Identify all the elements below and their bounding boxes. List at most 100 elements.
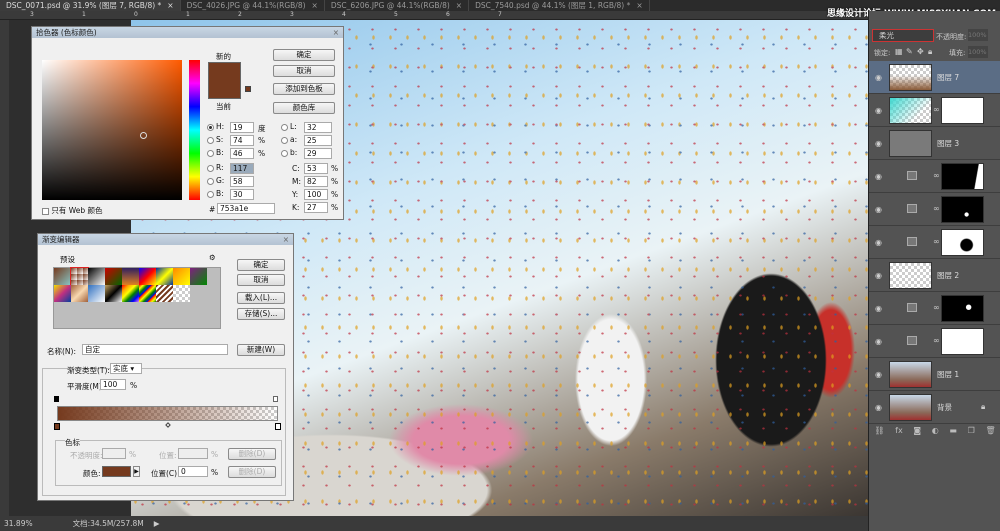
radio-r[interactable] — [207, 164, 214, 172]
lock-transparency-icon[interactable]: ▦ — [895, 47, 903, 56]
bv-row[interactable]: B: — [207, 148, 224, 157]
chain-link-icon[interactable]: ∞ — [933, 336, 940, 345]
color-field[interactable] — [42, 60, 182, 200]
layer-row[interactable]: ◉ ∞ — [869, 94, 1000, 127]
lock-all-icon[interactable]: 🔒︎ — [928, 47, 932, 57]
save-button[interactable]: 存储(S)... — [237, 308, 285, 320]
layer-row[interactable]: ◉ 图层 3 — [869, 127, 1000, 160]
preset-swatch[interactable] — [139, 285, 156, 302]
chain-link-icon[interactable]: ∞ — [933, 105, 940, 114]
name-field[interactable]: 自定 — [82, 344, 228, 355]
visibility-eye-icon[interactable]: ◉ — [875, 73, 882, 82]
tab-dsc-0071[interactable]: DSC_0071.psd @ 31.9% (图层 7, RGB/8) * × — [0, 0, 181, 11]
preset-swatch[interactable] — [88, 268, 105, 285]
color-cursor[interactable] — [140, 132, 147, 139]
l-row[interactable]: L: — [281, 122, 297, 131]
radio-blue[interactable] — [207, 190, 214, 198]
close-icon[interactable]: × — [333, 27, 339, 38]
fill-field[interactable]: 100% — [968, 46, 988, 58]
add-to-swatches-button[interactable]: 添加到色板 — [273, 83, 335, 95]
mask-icon[interactable]: ◙ — [913, 426, 921, 440]
radio-s[interactable] — [207, 136, 214, 144]
preset-swatch[interactable] — [54, 285, 71, 302]
chain-link-icon[interactable]: ∞ — [933, 303, 940, 312]
layer-mask-thumbnail[interactable] — [941, 328, 984, 355]
close-icon[interactable]: × — [456, 1, 462, 10]
layer-row[interactable]: ◉ 图层 7 — [869, 61, 1000, 94]
folder-icon[interactable]: ▬ — [949, 426, 957, 440]
visibility-eye-icon[interactable]: ◉ — [875, 337, 882, 346]
fx-icon[interactable]: fx — [895, 426, 903, 440]
preset-swatch[interactable] — [54, 268, 71, 285]
layer-row[interactable]: ◉ 图层 1 — [869, 358, 1000, 391]
s-row[interactable]: S: — [207, 135, 223, 144]
preset-swatch[interactable] — [139, 268, 156, 285]
opacity-stop-left[interactable] — [54, 396, 59, 402]
preset-swatch[interactable] — [156, 285, 173, 302]
cancel-button[interactable]: 取消 — [273, 65, 335, 77]
radio-g[interactable] — [207, 177, 214, 185]
zoom-level[interactable]: 31.89% — [4, 516, 33, 531]
preset-swatch[interactable] — [105, 285, 122, 302]
delete-color-stop-button[interactable]: 删除(D) — [228, 466, 276, 478]
hue-slider[interactable] — [189, 60, 200, 200]
preset-swatch[interactable] — [190, 268, 207, 285]
status-menu-arrow-icon[interactable]: ▶ — [154, 516, 160, 531]
close-icon[interactable]: × — [283, 234, 289, 245]
trash-icon[interactable]: 🗑︎ — [985, 426, 995, 440]
layer-mask-thumbnail[interactable] — [941, 229, 984, 256]
new-layer-icon[interactable]: ❐ — [968, 426, 975, 440]
color-location-field[interactable]: 0 — [178, 466, 208, 477]
layer-row[interactable]: ◉ ∞ — [869, 160, 1000, 193]
g-row[interactable]: G: — [207, 176, 224, 185]
close-icon[interactable]: × — [636, 1, 642, 10]
color-stop-right[interactable] — [275, 423, 281, 430]
vertical-ruler[interactable] — [0, 20, 9, 516]
visibility-eye-icon[interactable]: ◉ — [875, 139, 882, 148]
preset-swatch[interactable] — [88, 285, 105, 302]
radio-lab-b[interactable] — [281, 149, 288, 157]
r-field[interactable]: 117 — [230, 163, 254, 174]
opacity-stop-right[interactable] — [273, 396, 278, 402]
stop-opacity-field[interactable] — [102, 448, 126, 459]
visibility-eye-icon[interactable]: ◉ — [875, 271, 882, 280]
visibility-eye-icon[interactable]: ◉ — [875, 370, 882, 379]
preset-swatch[interactable] — [105, 268, 122, 285]
color-libraries-button[interactable]: 颜色库 — [273, 102, 335, 114]
visibility-eye-icon[interactable]: ◉ — [875, 403, 882, 412]
dialog-title-bar[interactable]: 渐变编辑器 × — [38, 234, 293, 245]
brightness-field[interactable]: 46 — [230, 148, 254, 159]
horizontal-ruler[interactable]: 3 1 0 1 2 3 4 5 6 7 — [0, 11, 868, 20]
visibility-eye-icon[interactable]: ◉ — [875, 304, 882, 313]
a-row[interactable]: a: — [281, 135, 297, 144]
color-menu-arrow-icon[interactable]: ▶ — [133, 466, 140, 477]
layer-mask-thumbnail[interactable] — [941, 295, 984, 322]
r-row[interactable]: R: — [207, 163, 224, 172]
visibility-eye-icon[interactable]: ◉ — [875, 238, 882, 247]
new-button[interactable]: 新建(W) — [237, 344, 285, 356]
layer-mask-thumbnail[interactable] — [941, 163, 984, 190]
b-lab-row[interactable]: b: — [281, 148, 297, 157]
tab-dsc-6206[interactable]: DSC_6206.JPG @ 44.1%(RGB/8) × — [325, 0, 470, 11]
lab-b-field[interactable]: 29 — [304, 148, 332, 159]
presets-grid[interactable] — [53, 267, 221, 329]
gradient-type-select[interactable]: 实底 ▾ — [110, 363, 142, 374]
ok-button[interactable]: 确定 — [273, 49, 335, 61]
close-icon[interactable]: × — [167, 1, 173, 10]
opacity-field[interactable]: 100% — [968, 29, 988, 41]
tab-dsc-4026[interactable]: DSC_4026.JPG @ 44.1%(RGB/8) × — [181, 0, 325, 11]
preset-swatch[interactable] — [156, 268, 173, 285]
visibility-eye-icon[interactable]: ◉ — [875, 205, 882, 214]
radio-b[interactable] — [207, 149, 214, 157]
ok-button[interactable]: 确定 — [237, 259, 285, 271]
layer-row[interactable]: ◉ ∞ — [869, 226, 1000, 259]
b-row[interactable]: B: — [207, 189, 224, 198]
m-field[interactable]: 82 — [304, 176, 328, 187]
blue-field[interactable]: 30 — [230, 189, 254, 200]
layer-mask-thumbnail[interactable] — [941, 196, 984, 223]
layer-mask-thumbnail[interactable] — [941, 97, 984, 124]
layer-row[interactable]: ◉ 图层 2 — [869, 259, 1000, 292]
close-icon[interactable]: × — [312, 1, 318, 10]
adjustment-icon[interactable]: ◐ — [932, 426, 939, 440]
preset-swatch[interactable] — [173, 268, 190, 285]
